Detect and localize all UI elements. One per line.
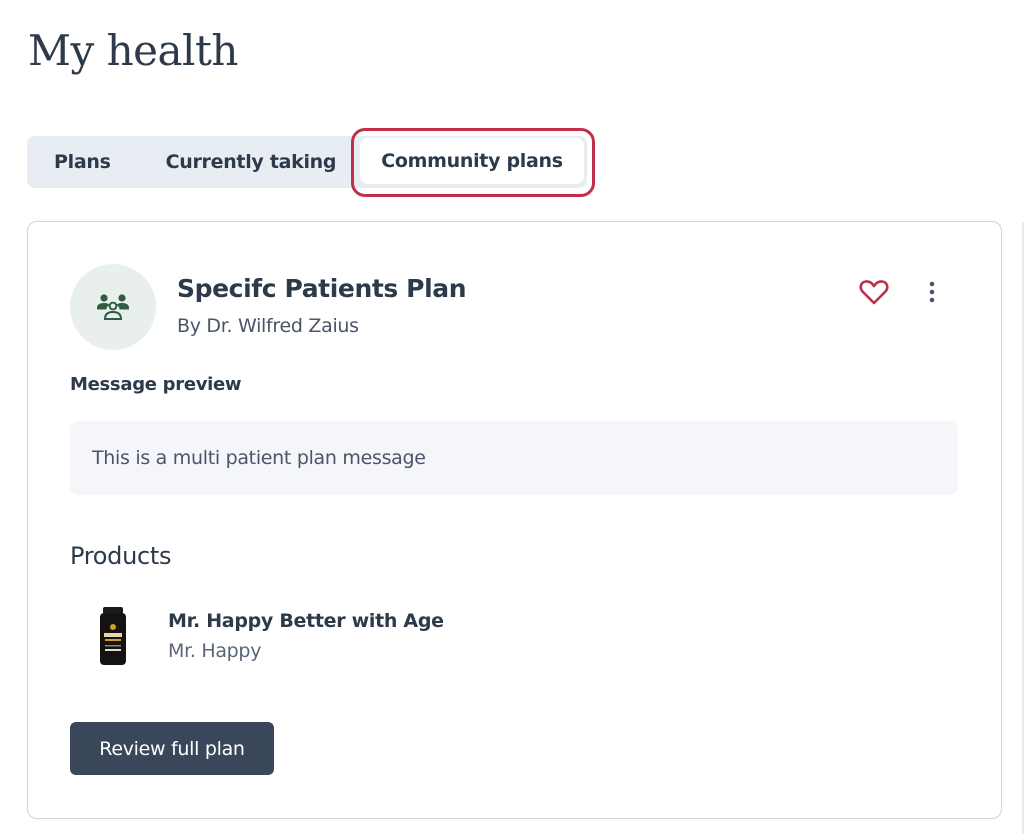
community-plan-card: Specifc Patients Plan By Dr. Wilfred Zai… (27, 221, 1002, 819)
plan-author: By Dr. Wilfred Zaius (177, 315, 359, 337)
tab-community-plans[interactable]: Community plans (360, 138, 584, 184)
plan-avatar (70, 264, 156, 350)
product-item[interactable]: Mr. Happy Better with Age Mr. Happy (70, 602, 670, 672)
tab-currently-taking[interactable]: Currently taking (139, 136, 364, 188)
message-preview-label: Message preview (70, 374, 242, 395)
heart-outline-icon (859, 280, 889, 305)
group-users-icon (97, 294, 129, 320)
review-full-plan-button[interactable]: Review full plan (70, 722, 274, 775)
product-name: Mr. Happy Better with Age (168, 610, 444, 632)
plan-title: Specifc Patients Plan (177, 274, 467, 303)
product-brand: Mr. Happy (168, 640, 262, 662)
more-options-button[interactable] (920, 276, 944, 308)
tab-plans[interactable]: Plans (27, 136, 139, 188)
product-image (100, 607, 126, 665)
more-vertical-icon (929, 281, 935, 303)
message-preview-text: This is a multi patient plan message (92, 447, 426, 469)
message-preview-box: This is a multi patient plan message (70, 421, 958, 495)
favorite-button[interactable] (858, 276, 890, 308)
tab-community-plans-label: Community plans (381, 150, 563, 172)
products-heading: Products (70, 542, 172, 570)
page-title: My health (28, 26, 238, 75)
